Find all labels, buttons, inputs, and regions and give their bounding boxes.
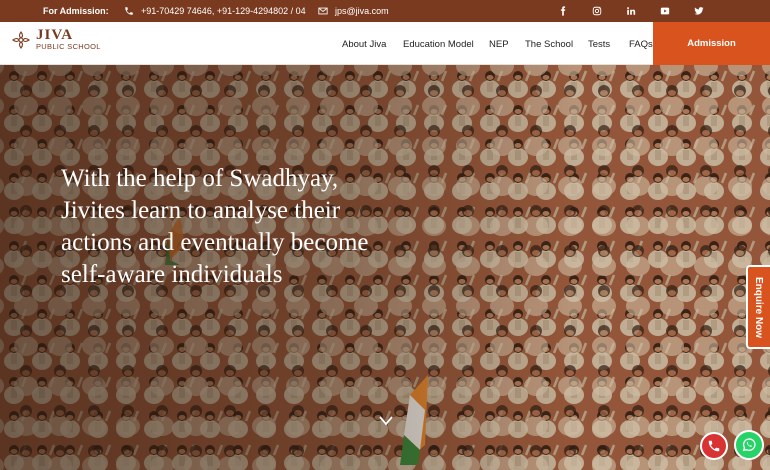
twitter-icon[interactable] [682,4,716,18]
email-address[interactable]: jps@jiva.com [335,6,389,16]
logo-subtitle: PUBLIC SCHOOL [36,42,101,51]
admission-contact-label: For Admission: [43,6,109,16]
enquire-now-label: Enquire Now [753,276,765,338]
top-info-bar: For Admission: +91-70429 74646, +91-129-… [0,0,770,22]
instagram-icon[interactable] [580,4,614,18]
phone-icon [708,440,720,452]
mail-icon [318,7,328,15]
phone-icon [125,7,133,15]
enquire-now-tab[interactable]: Enquire Now [746,265,770,349]
facebook-icon[interactable] [546,4,580,18]
nav-tests[interactable]: Tests [588,39,610,50]
nav-faqs[interactable]: FAQs [629,39,653,50]
nav-education-model[interactable]: Education Model [403,39,474,50]
logo-mark-icon [12,31,30,49]
phone-contact[interactable]: +91-70429 74646, +91-129-4294802 / 04 [124,6,306,16]
main-navigation: JIVA PUBLIC SCHOOL About Jiva Education … [0,22,770,65]
site-logo[interactable]: JIVA PUBLIC SCHOOL [11,28,101,52]
admission-button[interactable]: Admission [653,22,770,65]
whatsapp-button[interactable] [734,430,764,460]
youtube-icon[interactable] [648,4,682,18]
social-links [546,4,716,18]
hero-headline: With the help of Swadhyay, Jivites learn… [61,165,369,288]
nav-the-school[interactable]: The School [525,39,573,50]
email-contact[interactable]: jps@jiva.com [318,6,389,16]
nav-about-jiva[interactable]: About Jiva [342,39,386,50]
hero-banner: With the help of Swadhyay, Jivites learn… [0,65,770,470]
nav-nep[interactable]: NEP [489,39,509,50]
call-button[interactable] [700,432,728,460]
linkedin-icon[interactable] [614,4,648,18]
phone-numbers[interactable]: +91-70429 74646, +91-129-4294802 / 04 [141,6,306,16]
chevron-down-icon[interactable] [378,415,394,427]
whatsapp-icon [742,438,756,452]
logo-name: JIVA [36,27,74,43]
